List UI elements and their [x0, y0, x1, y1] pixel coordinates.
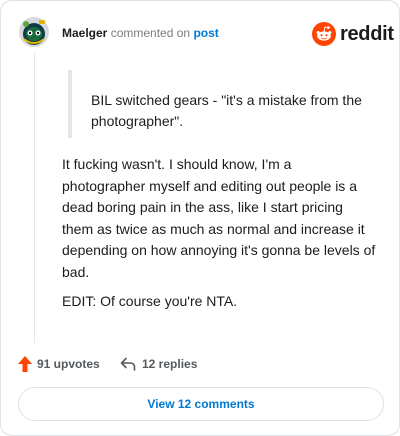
- reply-count: 12 replies: [142, 357, 198, 371]
- upvote-arrow-icon: [18, 356, 32, 372]
- reply-arrow-icon: [120, 357, 136, 371]
- replies-button[interactable]: 12 replies: [120, 354, 197, 374]
- upvote-button[interactable]: 91 upvotes: [17, 354, 100, 374]
- thread-line[interactable]: [34, 53, 35, 343]
- username-link[interactable]: Maelger: [62, 26, 107, 40]
- snoo-avatar-icon: [19, 17, 49, 47]
- comment-card: Maelger commented on post reddit BIL swi…: [0, 0, 400, 436]
- brand-name: reddit: [340, 22, 394, 45]
- comment-byline: Maelger commented on post: [62, 25, 219, 41]
- quoted-text: BIL switched gears - "it's a mistake fro…: [91, 92, 362, 129]
- post-link[interactable]: post: [193, 26, 218, 40]
- view-comments-label: View 12 comments: [147, 397, 255, 411]
- comment-body: It fucking wasn't. I should know, I'm a …: [62, 156, 376, 280]
- quote-bar: [68, 70, 72, 138]
- action-text: commented on: [110, 26, 191, 40]
- user-avatar[interactable]: [19, 17, 49, 47]
- reddit-logo-icon: [312, 22, 336, 46]
- upvote-count: 91 upvotes: [37, 357, 100, 371]
- comment-edit-note: EDIT: Of course you're NTA.: [62, 293, 238, 309]
- view-comments-button[interactable]: View 12 comments: [18, 387, 384, 421]
- reddit-brand[interactable]: reddit: [312, 21, 394, 47]
